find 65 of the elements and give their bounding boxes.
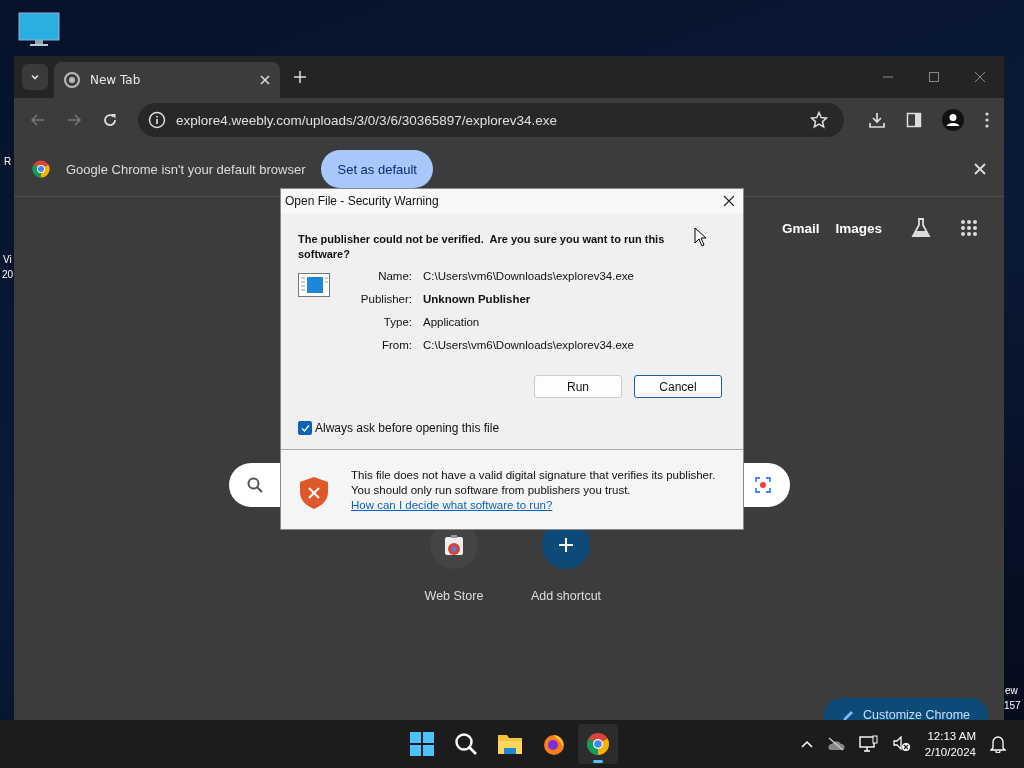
warning-heading: The publisher could not be verified. Are you sure you want to run this software?: [298, 232, 666, 262]
desktop-label: R: [4, 156, 12, 167]
tab-search-button[interactable]: [22, 64, 48, 90]
checkbox-label: Always ask before opening this file: [315, 421, 500, 435]
checkbox[interactable]: [298, 421, 312, 435]
back-icon[interactable]: [30, 112, 46, 128]
apps-icon[interactable]: [960, 219, 978, 237]
field-label: From:: [380, 338, 412, 353]
search-icon: [454, 732, 478, 756]
close-icon[interactable]: [723, 195, 735, 207]
warning-text: This file does not have a valid digital signature that verifies its publisher. You should only run software from publishers you trust.: [351, 468, 717, 498]
cursor-icon: [694, 227, 708, 247]
taskbar-app[interactable]: [578, 724, 618, 764]
side-panel-icon[interactable]: [906, 112, 922, 128]
plus-icon: [558, 537, 574, 553]
notification-icon[interactable]: [990, 735, 1006, 753]
clock[interactable]: 12:13 AM 2/10/2024: [924, 728, 976, 760]
network-icon[interactable]: [858, 735, 879, 753]
maximize-icon[interactable]: [928, 71, 940, 83]
chevron-up-icon[interactable]: [800, 740, 813, 748]
desktop-label: 20: [2, 269, 14, 280]
folder-icon: [497, 733, 523, 755]
profile-icon[interactable]: [942, 109, 964, 131]
field-value: C:\Users\vm6\Downloads\explorev34.exe: [423, 338, 634, 353]
speaker-muted-icon[interactable]: [892, 736, 911, 752]
desktop-label: 157: [1004, 700, 1021, 711]
dialog-button[interactable]: Cancel: [634, 375, 722, 398]
download-icon[interactable]: [868, 111, 886, 129]
star-icon[interactable]: [810, 111, 828, 129]
field-value: Application: [423, 315, 481, 330]
chrome-logo-icon: [32, 160, 50, 178]
reload-icon[interactable]: [102, 112, 118, 128]
address-bar[interactable]: explore4.weebly.com/uploads/3/0/3/6/30365897/explorev34.exe: [138, 103, 844, 137]
field-label: Publisher:: [359, 292, 412, 307]
shield-icon: [299, 476, 329, 510]
infobar-message: Google Chrome isn't your default browser: [66, 161, 306, 177]
browser-tab[interactable]: New Tab: [54, 62, 280, 98]
tab-title: New Tab: [90, 73, 142, 87]
camera-search-icon[interactable]: [754, 476, 772, 494]
new-tab-icon[interactable]: [294, 71, 306, 83]
header-link[interactable]: Gmail: [781, 220, 820, 236]
store-icon: [444, 534, 464, 556]
forward-icon[interactable]: [66, 112, 82, 128]
dialog-button[interactable]: Run: [534, 375, 622, 398]
dialog-title: Open File - Security Warning: [285, 194, 439, 208]
flask-icon[interactable]: [910, 217, 932, 239]
field-value: C:\Users\vm6\Downloads\explorev34.exe: [423, 269, 634, 284]
field-label: Name:: [377, 269, 412, 284]
desktop-label: Vi: [3, 254, 12, 265]
firefox-icon: [542, 732, 566, 756]
menu-icon[interactable]: [984, 111, 990, 129]
search-icon: [247, 477, 263, 493]
info-icon[interactable]: [148, 111, 166, 129]
set-default-button[interactable]: Set as default: [321, 150, 433, 188]
field-value: Unknown Publisher: [423, 292, 532, 307]
computer-icon[interactable]: [18, 12, 60, 48]
header-link[interactable]: Images: [835, 220, 882, 236]
desktop-label: ew: [1005, 685, 1018, 696]
field-label: Type:: [382, 315, 412, 330]
cloud-icon[interactable]: [826, 737, 845, 751]
caret-icon: [30, 72, 40, 82]
windows-icon: [410, 732, 434, 756]
application-icon: [298, 273, 330, 297]
help-link[interactable]: How can I decide what software to run?: [351, 498, 553, 513]
customize-button[interactable]: Customize Chrome: [824, 698, 988, 720]
